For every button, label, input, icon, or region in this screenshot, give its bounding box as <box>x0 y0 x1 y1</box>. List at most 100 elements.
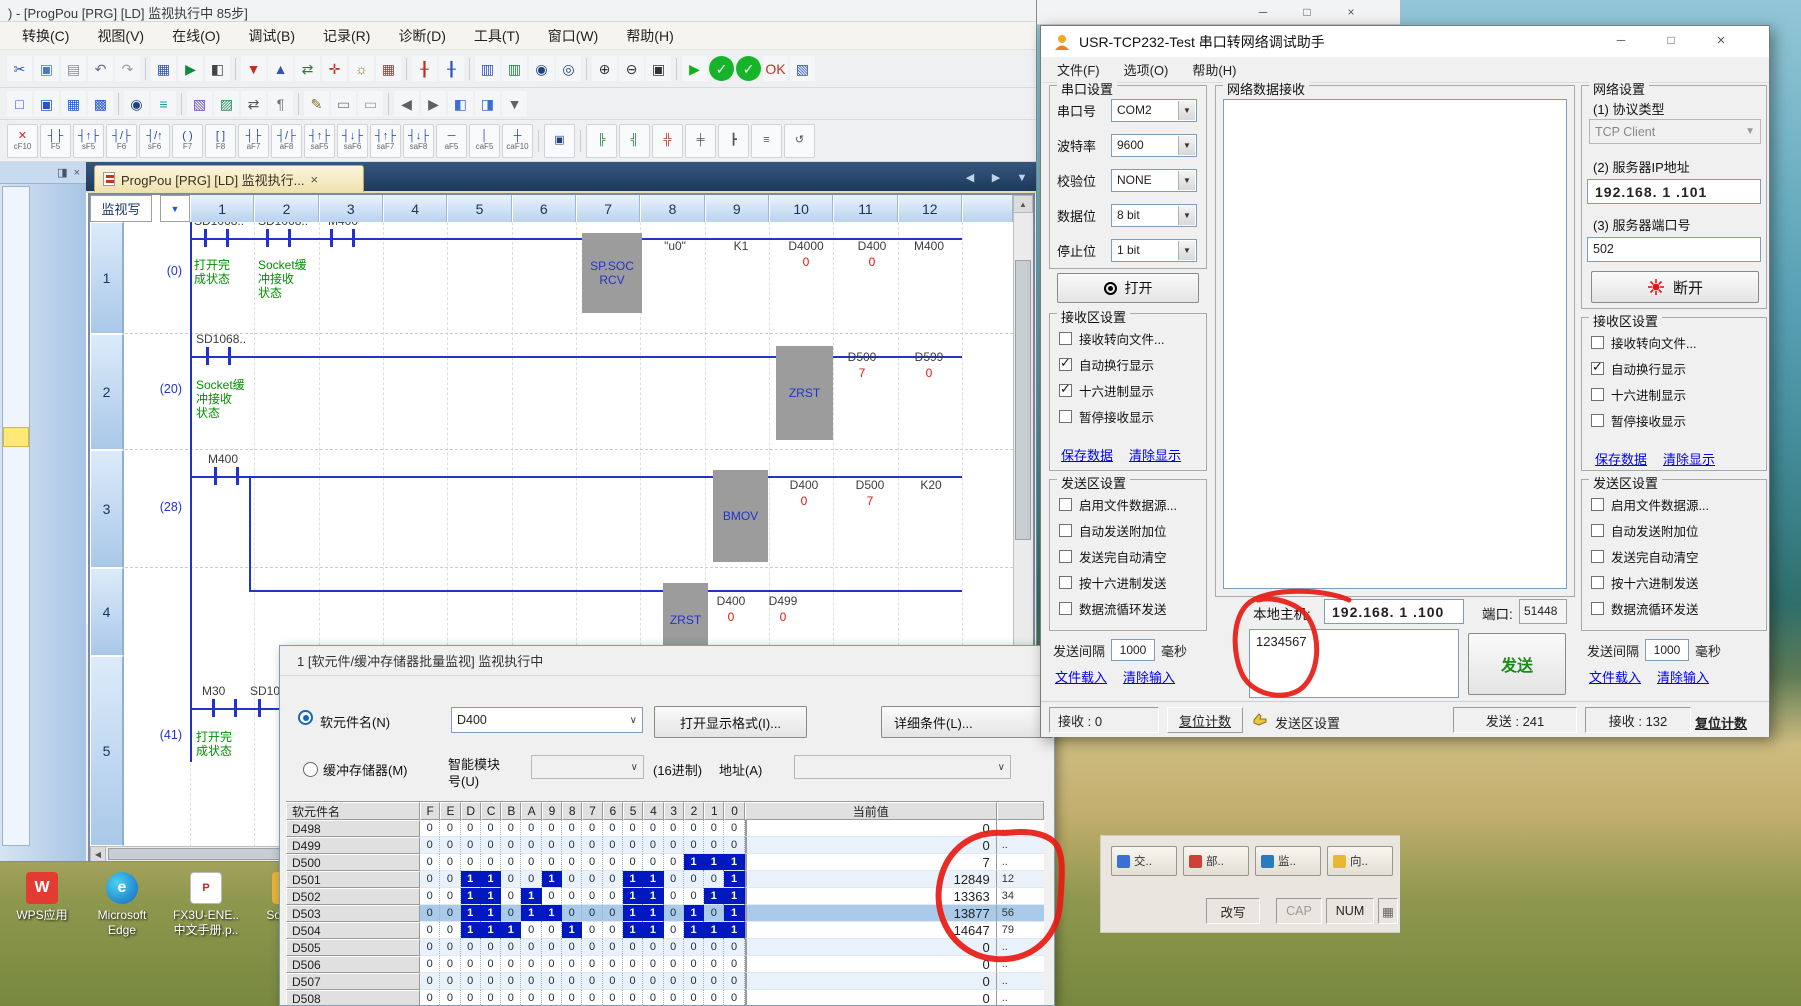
buffer-memory-radio[interactable] <box>303 762 318 777</box>
checkbox-row[interactable]: 发送完自动清空 <box>1591 549 1709 563</box>
toolbar-search-button[interactable]: ◉ <box>124 91 149 116</box>
disconnect-button[interactable]: 断开 <box>1591 271 1759 303</box>
gx-menu-item[interactable]: 工具(T) <box>460 22 534 50</box>
pin-icon[interactable]: ◨ <box>57 166 67 179</box>
toolbar-run-button[interactable]: ▶ <box>682 56 707 81</box>
scrollbar-thumb[interactable] <box>1015 260 1031 540</box>
server-port-input[interactable]: 502 <box>1587 237 1761 262</box>
gx-menu-item[interactable]: 帮助(H) <box>612 22 687 50</box>
toolbar-label-window-button[interactable]: ▨ <box>214 91 239 116</box>
gx-menu-item[interactable]: 转换(C) <box>8 22 83 50</box>
minimize-button[interactable]: ─ <box>1599 29 1643 51</box>
toolbar-zoom-out-button[interactable]: ⊖ <box>619 56 644 81</box>
toolbar-closed-pulse-button[interactable]: ┤/↑sF6 <box>139 124 170 158</box>
display-format-button[interactable]: 打开显示格式(I)... <box>654 706 807 738</box>
toolbar-monitor-mode-button[interactable]: ▥ <box>475 56 500 81</box>
table-row[interactable]: D49800000000000000000.. <box>286 820 1044 837</box>
toolbar-nav-forward-button[interactable]: ▶ <box>421 91 446 116</box>
checkbox-row[interactable]: ✓自动换行显示 <box>1059 357 1164 371</box>
tab-nav-next-button[interactable]: ▶ <box>984 167 1008 188</box>
clear-display-link[interactable]: 清除显示 <box>1663 449 1715 468</box>
docked-window-tab[interactable]: 向.. <box>1327 846 1393 876</box>
toolbar-instruction-help-button[interactable]: ▣ <box>544 124 575 158</box>
server-ip-input[interactable]: 192.168. 1 .101 <box>1587 179 1761 204</box>
send-area-settings-label[interactable]: 发送区设置 <box>1275 713 1340 732</box>
checkbox-row[interactable]: 自动发送附加位 <box>1059 523 1177 537</box>
checkbox-row[interactable]: 十六进制显示 <box>1591 387 1696 401</box>
clear-input-link[interactable]: 清除输入 <box>1657 667 1709 686</box>
checkbox[interactable] <box>1591 524 1604 537</box>
toolbar-plc-verify-button[interactable]: ⇄ <box>295 56 320 81</box>
toolbar-device-io-button[interactable]: ◧ <box>205 56 230 81</box>
toolbar-plc-read-button[interactable]: ▲ <box>268 56 293 81</box>
checkbox[interactable] <box>1059 498 1072 511</box>
scroll-up-button[interactable]: ▲ <box>1013 195 1033 213</box>
monitor-titlebar[interactable]: 1 [软元件/缓冲存储器批量监视] 监视执行中 <box>280 646 1054 676</box>
toolbar-program-check-button[interactable]: ✓ <box>709 56 734 81</box>
rung-number-cell[interactable]: 3 <box>90 450 124 568</box>
network-receive-textarea[interactable] <box>1223 99 1567 589</box>
checkbox[interactable] <box>1591 550 1604 563</box>
desktop-icon-pdf[interactable]: PFX3U-ENE..中文手册.p.. <box>164 872 248 938</box>
checkbox-row[interactable]: 数据流循环发送 <box>1591 601 1709 615</box>
checkbox[interactable] <box>1591 576 1604 589</box>
toolbar-or-open-contact-button[interactable]: ┤├aF7 <box>238 124 269 158</box>
rung-number-cell[interactable]: 4 <box>90 568 124 656</box>
toolbar-closed-contact-button[interactable]: ┤/├F6 <box>106 124 137 158</box>
toolbar-plc-write-button[interactable]: ▼ <box>241 56 266 81</box>
checkbox-row[interactable]: 暂停接收显示 <box>1591 413 1696 427</box>
checkbox[interactable] <box>1059 602 1072 615</box>
send-interval-input[interactable]: 1000 <box>1111 639 1155 661</box>
toolbar-rung-insert-button[interactable]: ╪ <box>685 124 716 158</box>
toolbar-or-closed-contact-button[interactable]: ┤/├aF8 <box>271 124 302 158</box>
scroll-left-button[interactable]: ◀ <box>90 846 106 862</box>
toolbar-align-button[interactable]: ≡ <box>751 124 782 158</box>
toolbar-parameter-check-button[interactable]: ✓ <box>736 56 761 81</box>
toolbar-new-project-button[interactable]: □ <box>7 91 32 116</box>
checkbox[interactable] <box>1059 550 1072 563</box>
device-monitor-table[interactable]: 软元件名FEDCBA9876543210当前值D4980000000000000… <box>286 801 1044 1006</box>
function-block[interactable]: BMOV <box>713 470 768 562</box>
checkbox-row[interactable]: 启用文件数据源... <box>1059 497 1177 511</box>
toolbar-vertical-line-button[interactable]: │caF5 <box>469 124 500 158</box>
send-data-input[interactable]: 1234567 <box>1249 629 1459 698</box>
toolbar-paste-button[interactable]: ▤ <box>61 56 86 81</box>
checkbox[interactable] <box>1591 388 1604 401</box>
toolbar-falling-pulse-button[interactable]: ┤↓├saF6 <box>337 124 368 158</box>
rung-number-cell[interactable]: 5 <box>90 656 124 846</box>
toolbar-undo-button[interactable]: ↶ <box>88 56 113 81</box>
table-row[interactable]: D50400111001001101111464779 <box>286 922 1044 939</box>
dock-selected-item[interactable] <box>3 427 29 447</box>
tab-nav-list-button[interactable]: ▼ <box>1010 167 1034 188</box>
tab-progpou[interactable]: ProgPou [PRG] [LD] 监视执行... × <box>94 165 364 192</box>
toolbar-or-pulse2-button[interactable]: ┤↑├saF7 <box>370 124 401 158</box>
rung-number-cell[interactable]: 2 <box>90 334 124 450</box>
usr-menu-item[interactable]: 选项(O) <box>1112 57 1181 82</box>
serial-setting-combo[interactable]: NONE▼ <box>1111 169 1197 192</box>
detail-condition-button[interactable]: 详细条件(L)... <box>881 706 1053 738</box>
toolbar-monitor-stop-button[interactable]: ╂ <box>439 56 464 81</box>
toolbar-horizontal-line-button[interactable]: ─aF5 <box>436 124 467 158</box>
toolbar-statement-button[interactable]: ¶ <box>268 91 293 116</box>
maximize-button[interactable]: □ <box>1285 1 1329 23</box>
open-port-button[interactable]: 打开 <box>1057 273 1199 303</box>
toolbar-refresh-button[interactable]: ↺ <box>784 124 815 158</box>
toolbar-window-tile-button[interactable]: ▭ <box>358 91 383 116</box>
toolbar-plc-diagnostics-button[interactable]: ✛ <box>322 56 347 81</box>
toolbar-coil-button[interactable]: ( )F7 <box>172 124 203 158</box>
table-row[interactable]: D50600000000000000000.. <box>286 956 1044 973</box>
toolbar-instruction-button[interactable]: [ ]F8 <box>205 124 236 158</box>
checkbox-row[interactable]: 接收转向文件... <box>1591 335 1696 349</box>
checkbox[interactable] <box>1059 332 1072 345</box>
clear-input-link[interactable]: 清除输入 <box>1123 667 1175 686</box>
reset-count-link[interactable]: 复位计数 <box>1695 713 1747 732</box>
toolbar-redo-button[interactable]: ↷ <box>115 56 140 81</box>
send-button[interactable]: 发送 <box>1468 633 1566 695</box>
ladder-dropdown-button[interactable]: ▼ <box>160 195 190 222</box>
device-name-combo[interactable]: D400 ∨ <box>451 707 643 733</box>
toolbar-or-pulse-button[interactable]: ┤↑├saF5 <box>304 124 335 158</box>
checkbox-row[interactable]: ✓十六进制显示 <box>1059 383 1164 397</box>
toolbar-device-monitor-button[interactable]: ▶ <box>178 56 203 81</box>
maximize-button[interactable]: □ <box>1649 29 1693 51</box>
local-host-ip[interactable]: 192.168. 1 .100 <box>1324 599 1464 624</box>
